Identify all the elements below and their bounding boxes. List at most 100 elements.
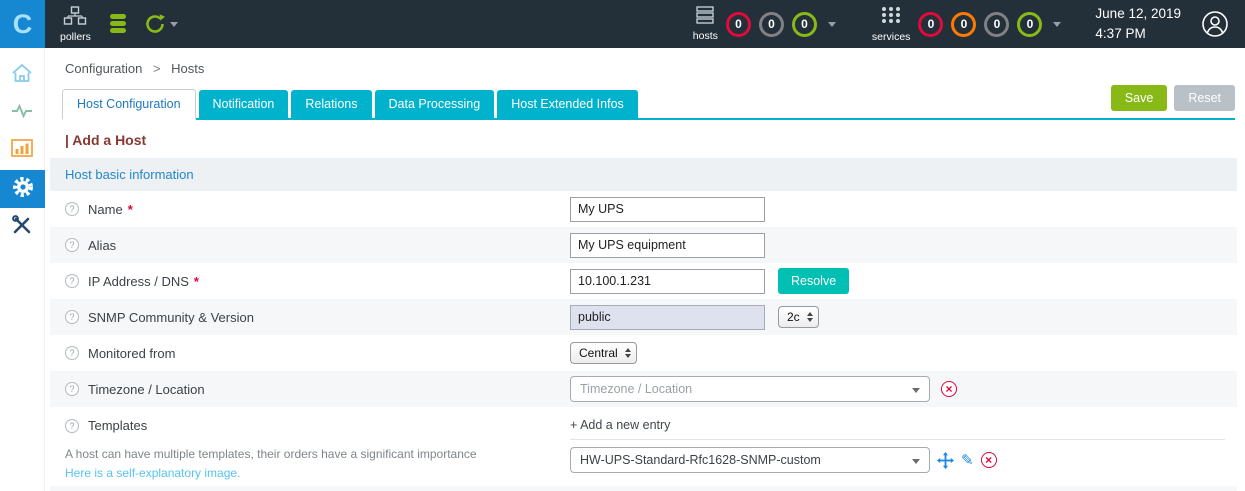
select-stepper-icon (807, 312, 813, 322)
templates-label: Templates (88, 418, 147, 433)
ip-label-group: IP Address / DNS * (65, 274, 570, 289)
tab-host-extended-infos[interactable]: Host Extended Infos (497, 90, 638, 118)
hosts-icon (694, 6, 716, 27)
reset-button[interactable]: Reset (1174, 85, 1235, 111)
hosts-menu[interactable]: hosts (693, 6, 718, 42)
chevron-down-icon[interactable] (1053, 22, 1061, 27)
monitored-from-select[interactable]: Central (570, 342, 637, 364)
user-profile-icon[interactable] (1201, 10, 1229, 38)
timezone-clear-icon[interactable]: × (941, 381, 957, 397)
pollers-icon (63, 6, 87, 28)
chevron-down-icon (912, 388, 920, 393)
sync-status-icon[interactable] (143, 12, 178, 36)
sidebar-item-home[interactable] (0, 56, 44, 94)
hosts-status-group: hosts 0 0 0 (693, 6, 836, 42)
ip-input[interactable] (570, 269, 765, 294)
services-warning-badge[interactable]: 0 (951, 12, 976, 37)
chevron-down-icon[interactable] (170, 22, 178, 27)
help-icon[interactable] (65, 382, 79, 396)
form-row-name: Name * (50, 191, 1237, 227)
template-select[interactable]: HW-UPS-Standard-Rfc1628-SNMP-custom (570, 447, 930, 473)
alias-label-group: Alias (65, 238, 570, 253)
chevron-down-icon (912, 459, 920, 464)
centreon-app: C pollers (0, 0, 1245, 491)
snmp-version-value: 2c (787, 310, 800, 324)
tools-icon (10, 213, 34, 242)
timezone-placeholder: Timezone / Location (580, 382, 692, 396)
topbar: C pollers (0, 0, 1245, 48)
breadcrumb-configuration[interactable]: Configuration (65, 61, 142, 76)
help-icon[interactable] (65, 310, 79, 324)
services-icon (880, 5, 902, 28)
chevron-down-icon[interactable] (828, 22, 836, 27)
chart-icon (11, 139, 33, 163)
gear-icon (11, 175, 35, 204)
snmp-community-input[interactable] (570, 305, 765, 330)
tab-relations[interactable]: Relations (291, 90, 371, 118)
form-row-templates: Templates A host can have multiple templ… (50, 407, 1237, 486)
help-icon[interactable] (65, 346, 79, 360)
main-content: Configuration > Hosts Host Configuration… (45, 48, 1245, 491)
pollers-label: pollers (60, 31, 91, 43)
home-icon (10, 62, 34, 89)
hosts-up-badge[interactable]: 0 (792, 12, 817, 37)
form-row-alias: Alias (50, 227, 1237, 263)
pollers-menu[interactable]: pollers (60, 6, 91, 43)
breadcrumb-separator: > (153, 61, 161, 76)
sidebar-item-reporting[interactable] (0, 132, 44, 170)
help-icon[interactable] (65, 238, 79, 252)
snmp-version-select[interactable]: 2c (778, 306, 819, 328)
help-icon[interactable] (65, 419, 79, 433)
sidebar (0, 48, 45, 491)
hosts-down-badge[interactable]: 0 (726, 12, 751, 37)
name-label: Name (88, 202, 123, 217)
centreon-logo[interactable]: C (0, 0, 45, 48)
resolve-button[interactable]: Resolve (778, 268, 849, 294)
services-label: services (872, 31, 911, 43)
services-unknown-badge[interactable]: 0 (984, 12, 1009, 37)
required-asterisk: * (194, 274, 199, 289)
edit-template-icon[interactable]: ✎ (961, 453, 974, 468)
database-status-icon[interactable] (108, 12, 128, 36)
save-button[interactable]: Save (1111, 85, 1168, 111)
alias-input[interactable] (570, 233, 765, 258)
services-status-group: services 0 0 0 0 (872, 5, 1062, 43)
select-stepper-icon (625, 348, 631, 358)
form-row-snmp: SNMP Community & Version 2c (50, 299, 1237, 335)
breadcrumb-hosts[interactable]: Hosts (171, 61, 204, 76)
sidebar-item-administration[interactable] (0, 208, 44, 246)
snmp-label: SNMP Community & Version (88, 310, 254, 325)
name-label-group: Name * (65, 202, 570, 217)
tabs-bar: Host Configuration Notification Relation… (62, 85, 1235, 120)
breadcrumb: Configuration > Hosts (45, 48, 1245, 85)
templates-note-link[interactable]: Here is a self-explanatory image. (65, 466, 570, 480)
delete-template-icon[interactable]: × (981, 452, 997, 468)
tab-notification[interactable]: Notification (199, 90, 289, 118)
name-input[interactable] (570, 197, 765, 222)
snmp-label-group: SNMP Community & Version (65, 310, 570, 325)
sidebar-item-configuration[interactable] (0, 170, 45, 208)
current-time: 4:37 PM (1095, 24, 1181, 44)
services-critical-badge[interactable]: 0 (918, 12, 943, 37)
hosts-unreachable-badge[interactable]: 0 (759, 12, 784, 37)
alias-label: Alias (88, 238, 116, 253)
monitored-from-value: Central (579, 346, 618, 360)
services-menu[interactable]: services (872, 5, 911, 43)
sidebar-item-monitoring[interactable] (0, 94, 44, 132)
template-selected-value: HW-UPS-Standard-Rfc1628-SNMP-custom (580, 453, 821, 467)
help-icon[interactable] (65, 202, 79, 216)
monitored-from-label: Monitored from (88, 346, 175, 361)
form-actions: Save Reset (1111, 85, 1235, 118)
current-date: June 12, 2019 (1095, 4, 1181, 24)
timezone-select[interactable]: Timezone / Location (570, 376, 930, 402)
templates-controls: + Add a new entry HW-UPS-Standard-Rfc162… (570, 415, 1237, 473)
move-template-icon[interactable] (937, 452, 954, 469)
help-icon[interactable] (65, 274, 79, 288)
services-ok-badge[interactable]: 0 (1017, 12, 1042, 37)
required-asterisk: * (128, 202, 133, 217)
ip-label: IP Address / DNS (88, 274, 189, 289)
tab-data-processing[interactable]: Data Processing (375, 90, 495, 118)
templates-label-group: Templates A host can have multiple templ… (65, 415, 570, 480)
tab-host-configuration[interactable]: Host Configuration (62, 89, 196, 120)
add-template-entry-link[interactable]: + Add a new entry (570, 415, 1225, 440)
